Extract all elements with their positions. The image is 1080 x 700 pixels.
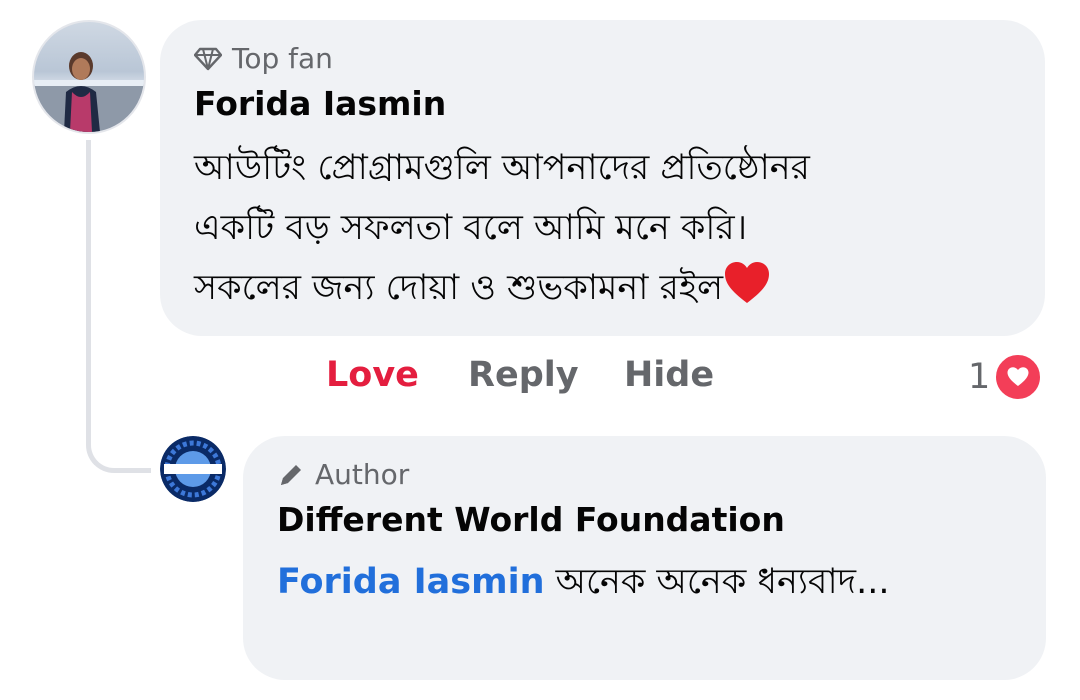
comment-text: আউটিং প্রোগ্রামগুলি আপনাদের প্রতিষ্ঠোনর … xyxy=(194,138,810,318)
author-badge[interactable]: Author xyxy=(277,458,409,491)
top-fan-badge[interactable]: Top fan xyxy=(194,42,333,75)
reply-bubble: Author Different World Foundation Forida… xyxy=(243,436,1046,680)
reply-button[interactable]: Reply xyxy=(468,355,579,395)
profile-photo xyxy=(34,52,144,132)
thread-connector-line xyxy=(86,140,151,473)
comment-bubble: Top fan Forida Iasmin আউটিং প্রোগ্রামগুল… xyxy=(160,20,1045,336)
comment-line-3: সকলের জন্য দোয়া ও শুভকামনা রইল xyxy=(194,258,810,318)
love-reaction-button[interactable]: Love xyxy=(326,355,419,395)
hide-button[interactable]: Hide xyxy=(624,355,714,395)
badge-label: Top fan xyxy=(232,42,333,75)
foundation-logo xyxy=(160,436,226,502)
comment-line-2: একটি বড় সফলতা বলে আমি মনে করি। xyxy=(194,208,748,248)
mention-link[interactable]: Forida Iasmin xyxy=(277,562,545,602)
comment-line-1: আউটিং প্রোগ্রামগুলি আপনাদের প্রতিষ্ঠোনর xyxy=(194,148,810,188)
reply-author-name[interactable]: Different World Foundation xyxy=(277,500,785,539)
reaction-summary[interactable]: 1 xyxy=(968,353,1043,401)
diamond-icon xyxy=(194,47,222,70)
reply-message: অনেক অনেক ধন্যবাদ... xyxy=(544,562,890,602)
comment-line-3-text: সকলের জন্য দোয়া ও শুভকামনা রইল xyxy=(194,268,724,308)
foundation-avatar[interactable] xyxy=(160,436,226,502)
comment-author-name[interactable]: Forida Iasmin xyxy=(194,84,446,123)
red-heart-emoji-icon xyxy=(725,262,770,303)
commenter-avatar[interactable] xyxy=(32,20,146,134)
reply-text: Forida Iasmin অনেক অনেক ধন্যবাদ... xyxy=(277,552,889,612)
reaction-count: 1 xyxy=(968,357,991,397)
love-reaction-icon xyxy=(994,353,1043,401)
pencil-icon xyxy=(281,464,301,485)
badge-label: Author xyxy=(315,458,410,491)
